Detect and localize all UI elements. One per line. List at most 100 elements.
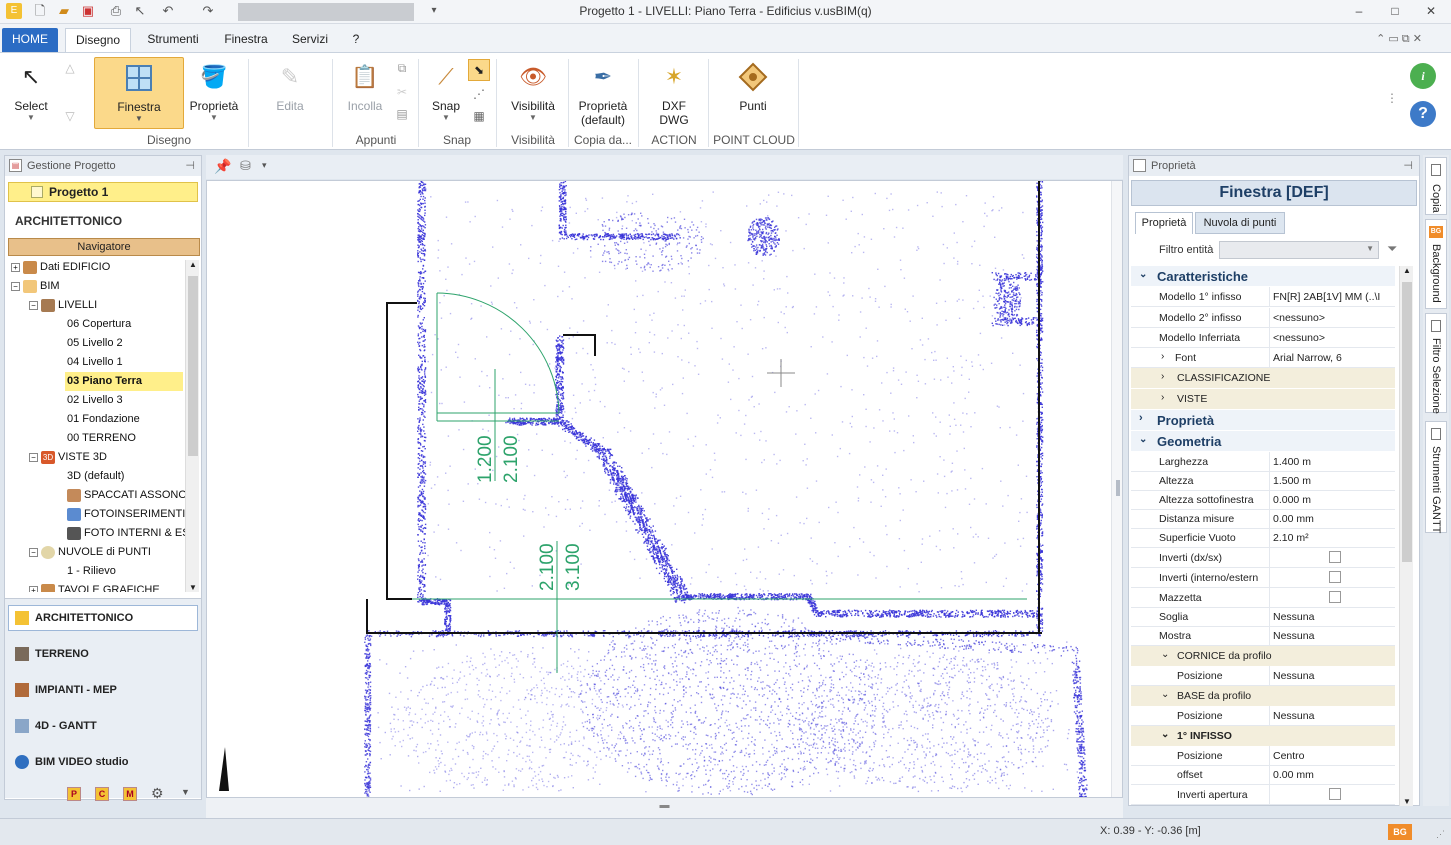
tab-properties[interactable]: Proprietà bbox=[1135, 212, 1193, 234]
cut-icon[interactable]: ✂ bbox=[394, 85, 410, 99]
tree-item-level[interactable]: 06 Copertura bbox=[67, 315, 131, 334]
floor-plan-svg[interactable]: 1.200 2.100 2.100 3.100 bbox=[207, 181, 1123, 798]
prop-row[interactable]: Inverti (interno/estern bbox=[1131, 568, 1395, 588]
tree-item-cloud[interactable]: 1 - Rilievo bbox=[67, 562, 116, 581]
chevron-down-icon[interactable]: ⌄ bbox=[1139, 269, 1147, 280]
finestra-button[interactable]: Finestra ▼ bbox=[94, 57, 184, 129]
tab-strumenti[interactable]: Strumenti bbox=[140, 28, 206, 52]
paste-special-icon[interactable]: ▤ bbox=[394, 107, 410, 121]
tab-home[interactable]: HOME bbox=[2, 28, 58, 52]
prop-row[interactable]: Modello 1° infisso FN[R] 2AB[1V] MM (..\I bbox=[1131, 287, 1395, 307]
checkbox[interactable] bbox=[1329, 591, 1341, 603]
chevron-down-icon[interactable]: ⌄ bbox=[1161, 729, 1169, 740]
section-proprieta[interactable]: › Proprietà bbox=[1131, 410, 1395, 430]
side-tab-filtro[interactable]: Filtro Selezione bbox=[1425, 313, 1447, 414]
punti-button[interactable]: Punti bbox=[722, 61, 784, 113]
tree-item-view[interactable]: FOTO INTERNI & ES bbox=[67, 524, 187, 543]
pin-icon[interactable]: ⊣ bbox=[185, 156, 195, 176]
edita-button[interactable]: ✎ Edita bbox=[264, 61, 316, 113]
layers-icon[interactable]: ⛁ bbox=[240, 158, 251, 174]
filter-funnel-icon[interactable]: ⏷ bbox=[1387, 241, 1397, 257]
project-selector[interactable]: Progetto 1 bbox=[8, 182, 198, 202]
prop-row[interactable]: Mostra Nessuna bbox=[1131, 626, 1395, 646]
side-tab-gantt[interactable]: Strumenti GANTT bbox=[1425, 421, 1447, 533]
background-badge[interactable]: BG bbox=[1388, 824, 1412, 840]
arrow-up-icon[interactable]: △ bbox=[62, 61, 78, 75]
prop-row[interactable]: Posizione Centro bbox=[1131, 746, 1395, 766]
collapse-icon[interactable]: − bbox=[29, 300, 38, 310]
prop-row[interactable]: Mazzetta bbox=[1131, 588, 1395, 608]
collapse-icon[interactable]: − bbox=[29, 452, 38, 462]
side-tab-copia[interactable]: Copia bbox=[1425, 157, 1447, 215]
tree-item-level-selected[interactable]: 03 Piano Terra bbox=[65, 372, 183, 391]
subsection-base[interactable]: ⌄ BASE da profilo bbox=[1131, 686, 1395, 706]
tab-help[interactable]: ? bbox=[346, 28, 366, 52]
close-button[interactable]: ✕ bbox=[1416, 2, 1446, 20]
prop-row[interactable]: Larghezza 1.400 m bbox=[1131, 452, 1395, 472]
tree-item-viste-3d[interactable]: −3D VISTE 3D bbox=[29, 448, 107, 467]
copy-icon[interactable]: ⧉ bbox=[394, 61, 410, 76]
drawing-canvas[interactable]: 1.200 2.100 2.100 3.100 bbox=[206, 180, 1123, 798]
properties-scrollbar[interactable]: ▲ ▼ bbox=[1399, 266, 1413, 806]
maximize-button[interactable]: □ bbox=[1380, 2, 1410, 20]
tree-item-bim[interactable]: − BIM bbox=[11, 277, 60, 296]
prop-row[interactable]: Posizione Nessuna bbox=[1131, 706, 1395, 726]
tree-item-level[interactable]: 05 Livello 2 bbox=[67, 334, 123, 353]
proprieta-default-button[interactable]: ✒ Proprietà (default) bbox=[572, 61, 634, 127]
chevron-right-icon[interactable]: › bbox=[1161, 392, 1164, 403]
tree-item-nuvole[interactable]: − NUVOLE di PUNTI bbox=[29, 543, 151, 562]
entity-filter-select[interactable]: ▼ bbox=[1219, 241, 1379, 259]
proprieta-button[interactable]: 🪣 Proprietà ▼ bbox=[188, 61, 240, 122]
snap-button[interactable]: ⟋ Snap ▼ bbox=[424, 61, 468, 122]
module-architettonico[interactable]: ARCHITETTONICO bbox=[15, 608, 133, 628]
info-icon[interactable]: i bbox=[1410, 63, 1436, 89]
prop-row[interactable]: Inverti (dx/sx) bbox=[1131, 548, 1395, 568]
incolla-button[interactable]: 📋 Incolla bbox=[340, 61, 390, 113]
checkbox[interactable] bbox=[1329, 788, 1341, 800]
prop-row[interactable]: Altezza 1.500 m bbox=[1131, 471, 1395, 491]
expand-icon[interactable]: + bbox=[11, 262, 20, 272]
badge-p[interactable]: P bbox=[67, 787, 81, 801]
snap-endpoint-icon[interactable]: ⬊ bbox=[468, 59, 490, 81]
checkbox[interactable] bbox=[1329, 571, 1341, 583]
prop-row[interactable]: Modello Inferriata <nessuno> bbox=[1131, 328, 1395, 348]
tree-item-view[interactable]: FOTOINSERIMENTI bbox=[67, 505, 185, 524]
module-impianti[interactable]: IMPIANTI - MEP bbox=[15, 680, 117, 700]
chevron-down-icon[interactable]: ⌄ bbox=[1139, 434, 1147, 445]
select-button[interactable]: ↖ Select ▼ bbox=[6, 61, 56, 122]
scroll-down-icon[interactable]: ▼ bbox=[1400, 797, 1414, 806]
navigator-bar[interactable]: Navigatore bbox=[8, 238, 200, 256]
prop-row[interactable]: Superficie Vuoto 2.10 m² bbox=[1131, 528, 1395, 548]
prop-row[interactable]: Altezza sottofinestra 0.000 m bbox=[1131, 490, 1395, 510]
prop-row-font[interactable]: › Font Arial Narrow, 6 bbox=[1131, 348, 1395, 368]
layers-dropdown-icon[interactable]: ▾ bbox=[262, 160, 267, 171]
tree-item-view[interactable]: SPACCATI ASSONO bbox=[67, 486, 187, 505]
pushpin-icon[interactable]: 📌 bbox=[214, 158, 231, 175]
canvas-resize-grip[interactable]: ▬ bbox=[206, 798, 1123, 818]
tree-item-tavole[interactable]: + TAVOLE GRAFICHE bbox=[29, 581, 160, 592]
subsection-cornice[interactable]: ⌄ CORNICE da profilo bbox=[1131, 646, 1395, 666]
chevron-right-icon[interactable]: › bbox=[1161, 371, 1164, 382]
window-mini-controls[interactable]: ⌃ ▭ ⧉ ✕ bbox=[1354, 28, 1444, 52]
scroll-up-icon[interactable]: ▲ bbox=[186, 260, 200, 269]
prop-row[interactable]: Soglia Nessuna bbox=[1131, 607, 1395, 627]
module-terreno[interactable]: TERRENO bbox=[15, 644, 89, 664]
snap-grid-icon[interactable]: ▦ bbox=[470, 109, 488, 123]
checkbox[interactable] bbox=[1329, 551, 1341, 563]
side-tab-background[interactable]: BG Background bbox=[1425, 219, 1447, 309]
prop-row[interactable]: Distanza misure 0.00 mm bbox=[1131, 509, 1395, 529]
expand-icon[interactable]: + bbox=[29, 585, 38, 592]
chevron-down-icon[interactable]: ⌄ bbox=[1161, 649, 1169, 660]
module-bim-video[interactable]: BIM VIDEO studio bbox=[15, 752, 129, 772]
prop-row[interactable]: Inverti apertura bbox=[1131, 785, 1395, 805]
settings-gear-icon[interactable]: ⚙ bbox=[151, 785, 164, 802]
minimize-button[interactable]: – bbox=[1344, 2, 1374, 20]
arrow-down-icon[interactable]: ▽ bbox=[62, 109, 78, 123]
tab-servizi[interactable]: Servizi bbox=[284, 28, 336, 52]
tree-item-livelli[interactable]: − LIVELLI bbox=[29, 296, 97, 315]
tree-item-level[interactable]: 00 TERRENO bbox=[67, 429, 136, 448]
tab-finestra[interactable]: Finestra bbox=[216, 28, 276, 52]
chevron-right-icon[interactable]: › bbox=[1139, 412, 1143, 424]
tree-item-level[interactable]: 01 Fondazione bbox=[67, 410, 140, 429]
subsection-classificazione[interactable]: › CLASSIFICAZIONE bbox=[1131, 368, 1395, 388]
